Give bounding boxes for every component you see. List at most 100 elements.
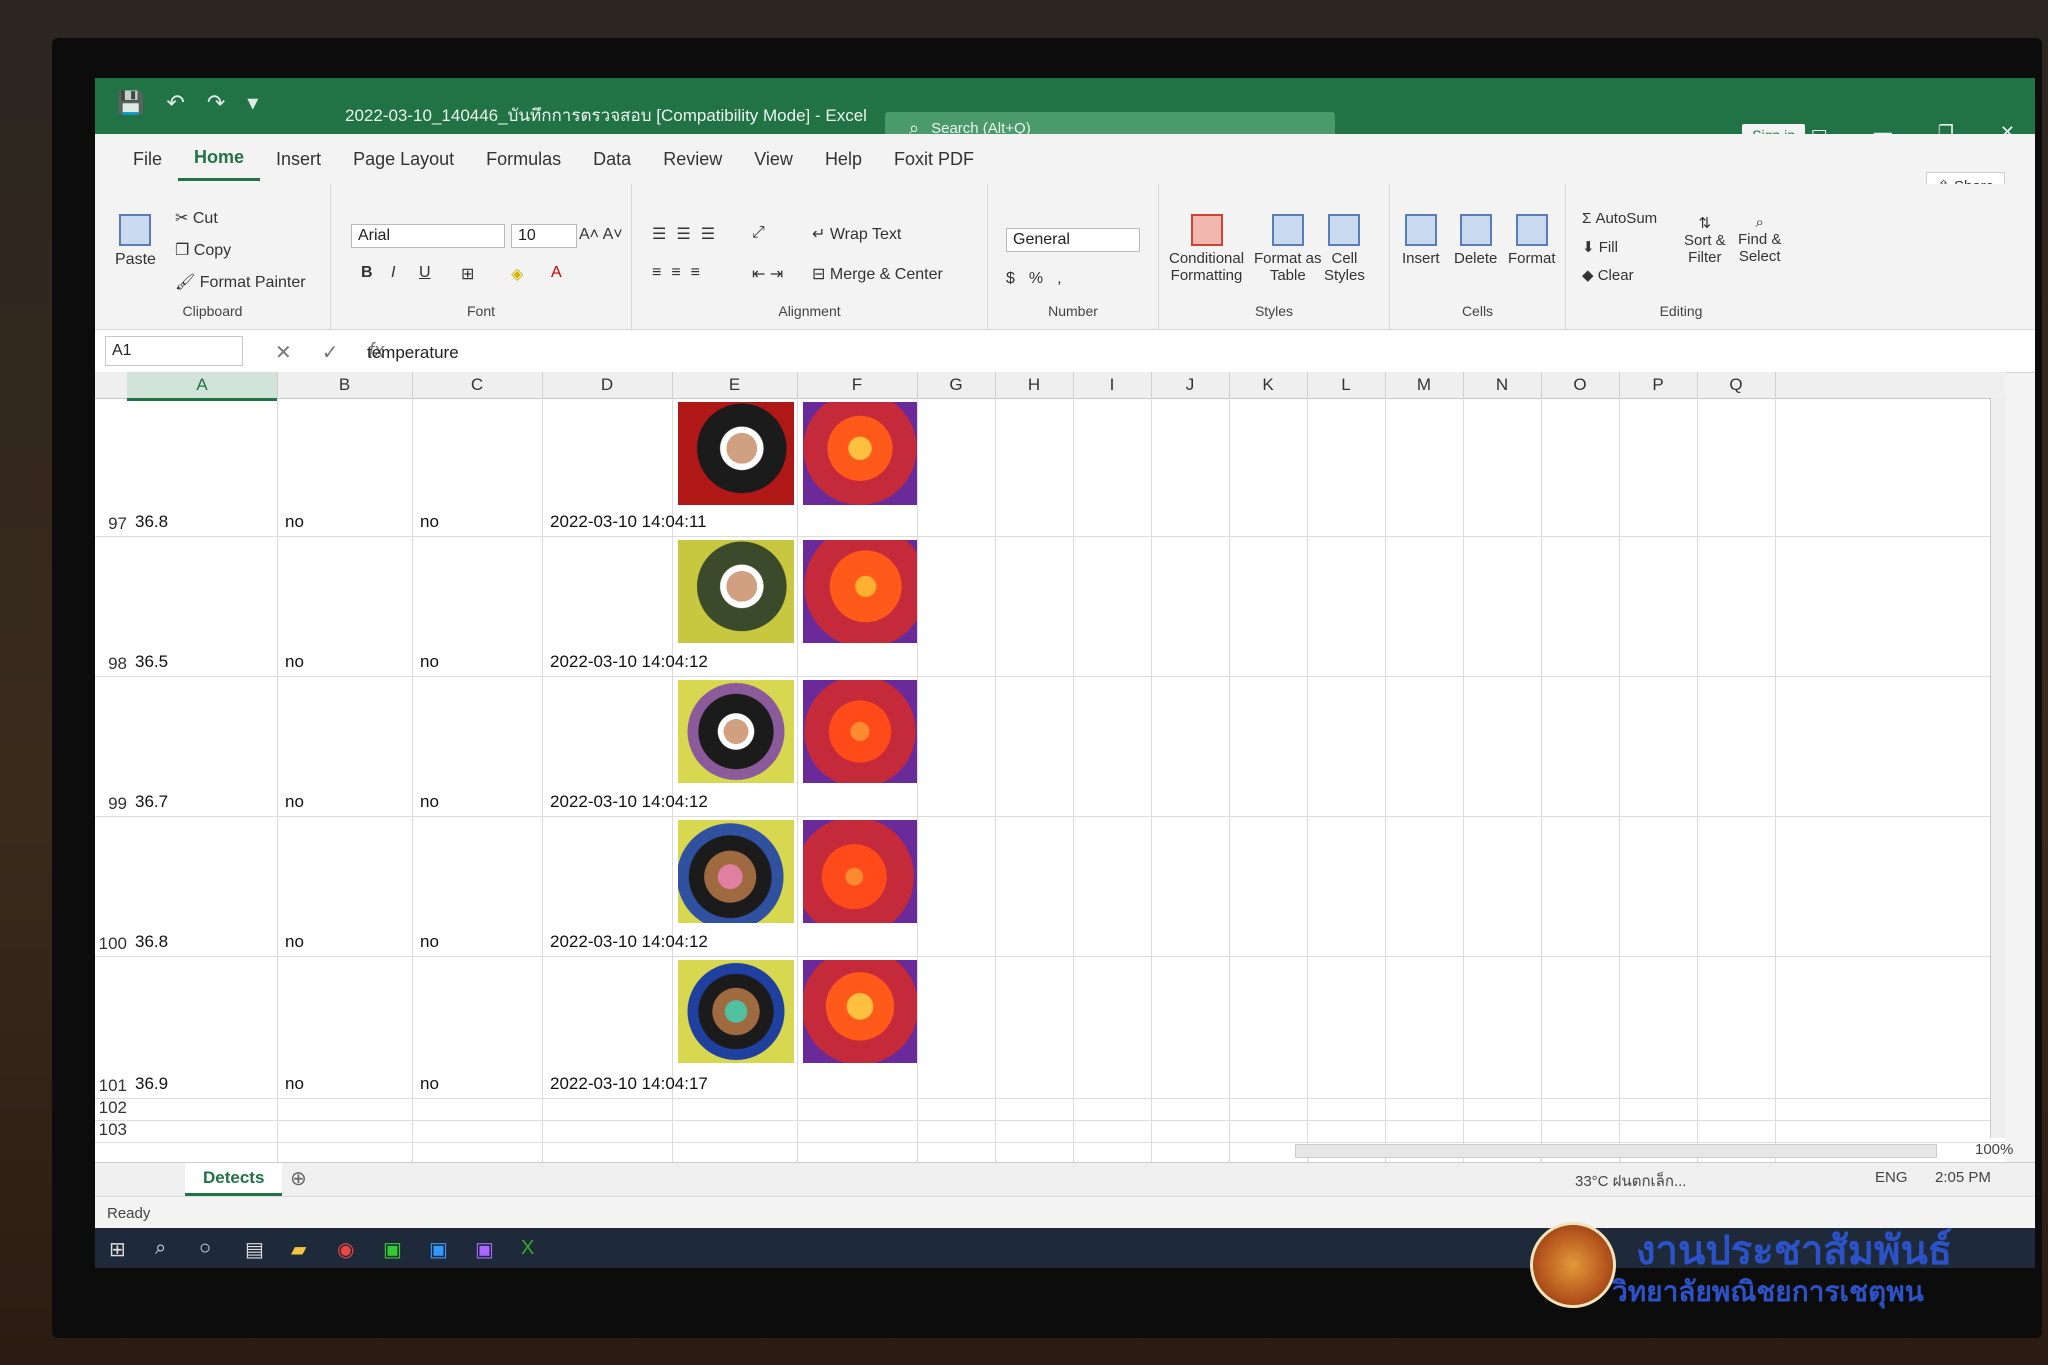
table-row[interactable]: 101 36.9 no no 2022-03-10 14:04:17 [95, 956, 2005, 1099]
column-header-l[interactable]: L [1307, 372, 1386, 398]
thermal-image[interactable] [803, 402, 917, 505]
cell-c[interactable]: no [420, 512, 439, 532]
underline-icon[interactable]: U [419, 264, 431, 282]
face-photo[interactable] [678, 820, 794, 923]
column-header-n[interactable]: N [1463, 372, 1542, 398]
table-row[interactable]: 99 36.7 no no 2022-03-10 14:04:12 [95, 676, 2005, 817]
cell-temperature[interactable]: 36.7 [135, 792, 168, 812]
thermal-image[interactable] [803, 960, 917, 1063]
tab-data[interactable]: Data [577, 139, 647, 179]
spreadsheet-grid[interactable]: A B C D E F G H I J K L M N O P Q 97 36.… [95, 372, 2005, 1162]
column-header-o[interactable]: O [1541, 372, 1620, 398]
row-header[interactable]: 102 [95, 1098, 127, 1118]
row-header[interactable]: 98 [95, 654, 127, 674]
row-header[interactable]: 103 [95, 1120, 127, 1140]
conditional-formatting-button[interactable]: Conditional Formatting [1169, 214, 1244, 284]
thermal-image[interactable] [803, 820, 917, 923]
app-icon[interactable]: ▣ [475, 1237, 494, 1262]
language-indicator[interactable]: ENG [1875, 1169, 1908, 1186]
tab-file[interactable]: File [117, 139, 178, 179]
column-header-c[interactable]: C [412, 372, 543, 398]
italic-icon[interactable]: I [391, 264, 395, 282]
cell-timestamp[interactable]: 2022-03-10 14:04:12 [550, 792, 708, 812]
insert-cells-button[interactable]: Insert [1402, 214, 1440, 267]
cell-c[interactable]: no [420, 1074, 439, 1094]
font-name-select[interactable]: Arial [351, 224, 505, 248]
file-explorer-icon[interactable]: ▰ [291, 1237, 306, 1262]
cell-timestamp[interactable]: 2022-03-10 14:04:12 [550, 652, 708, 672]
row-header[interactable]: 101 [95, 1076, 127, 1096]
windows-start-icon[interactable]: ⊞ [109, 1237, 126, 1262]
borders-icon[interactable]: ⊞ [461, 264, 474, 284]
row-header[interactable]: 97 [95, 514, 127, 534]
cell-b[interactable]: no [285, 512, 304, 532]
tab-help[interactable]: Help [809, 139, 878, 179]
tab-insert[interactable]: Insert [260, 139, 337, 179]
row-header[interactable]: 99 [95, 794, 127, 814]
number-format-icons[interactable]: $%, [1006, 270, 1076, 288]
column-header-p[interactable]: P [1619, 372, 1698, 398]
app-icon[interactable]: ▣ [429, 1237, 448, 1262]
table-row[interactable]: 97 36.8 no no 2022-03-10 14:04:11 [95, 398, 2005, 537]
cell-timestamp[interactable]: 2022-03-10 14:04:17 [550, 1074, 708, 1094]
column-header-m[interactable]: M [1385, 372, 1464, 398]
row-header[interactable]: 100 [95, 934, 127, 954]
cell-b[interactable]: no [285, 1074, 304, 1094]
format-as-table-button[interactable]: Format as Table [1254, 214, 1322, 284]
face-photo[interactable] [678, 680, 794, 783]
horizontal-align-icons[interactable]: ≡≡≡ [652, 264, 710, 282]
format-painter-button[interactable]: 🖌 Format Painter [175, 272, 306, 292]
table-row[interactable]: 103 [95, 1120, 2005, 1143]
cell-temperature[interactable]: 36.5 [135, 652, 168, 672]
orientation-icon[interactable]: ⤢ [752, 224, 765, 242]
tab-page-layout[interactable]: Page Layout [337, 139, 470, 179]
column-header-j[interactable]: J [1151, 372, 1230, 398]
save-icon[interactable]: 💾 [117, 90, 144, 116]
tab-formulas[interactable]: Formulas [470, 139, 577, 179]
column-header-b[interactable]: B [277, 372, 413, 398]
cell-styles-button[interactable]: Cell Styles [1324, 214, 1365, 284]
tab-foxit-pdf[interactable]: Foxit PDF [878, 139, 990, 179]
formula-input[interactable]: temperature [367, 343, 459, 363]
font-size-select[interactable]: 10 [511, 224, 577, 248]
copy-button[interactable]: ❐ Copy [175, 240, 231, 260]
clear-button[interactable]: ◆ Clear [1582, 266, 1634, 284]
cell-c[interactable]: no [420, 792, 439, 812]
fill-button[interactable]: ⬇ Fill [1582, 238, 1618, 256]
face-photo[interactable] [678, 540, 794, 643]
clock[interactable]: 2:05 PM [1935, 1169, 1991, 1186]
font-color-icon[interactable]: A [551, 264, 562, 282]
zoom-level[interactable]: 100% [1975, 1141, 2013, 1158]
wrap-text-button[interactable]: ↵ Wrap Text [812, 224, 901, 244]
cell-temperature[interactable]: 36.9 [135, 1074, 168, 1094]
horizontal-scrollbar[interactable] [1295, 1144, 1937, 1158]
column-header-k[interactable]: K [1229, 372, 1308, 398]
find-select-button[interactable]: ⌕ Find & Select [1738, 214, 1781, 265]
font-grow-icon[interactable]: A˄ A˅ [579, 226, 623, 244]
table-row[interactable]: 102 [95, 1098, 2005, 1121]
sort-filter-button[interactable]: ⇅ Sort & Filter [1684, 214, 1726, 266]
cell-c[interactable]: no [420, 652, 439, 672]
fill-color-icon[interactable]: ◈ [511, 264, 523, 284]
table-row[interactable]: 100 36.8 no no 2022-03-10 14:04:12 [95, 816, 2005, 957]
customize-qat-icon[interactable]: ▾ [247, 90, 258, 116]
cell-temperature[interactable]: 36.8 [135, 512, 168, 532]
indent-icons[interactable]: ⇤ ⇥ [752, 264, 783, 284]
redo-icon[interactable]: ↷ [207, 90, 225, 116]
weather-status[interactable]: 33°C ฝนตกเล็ก... [1575, 1169, 1686, 1193]
column-header-h[interactable]: H [995, 372, 1074, 398]
excel-icon[interactable]: X [521, 1237, 534, 1260]
number-format-select[interactable]: General [1006, 228, 1140, 252]
bold-icon[interactable]: B [361, 264, 373, 282]
sheet-tab-detects[interactable]: Detects [185, 1163, 283, 1196]
thermal-image[interactable] [803, 540, 917, 643]
column-header-i[interactable]: I [1073, 372, 1152, 398]
cell-b[interactable]: no [285, 652, 304, 672]
undo-icon[interactable]: ↶ [166, 90, 184, 116]
tab-view[interactable]: View [738, 139, 809, 179]
face-photo[interactable] [678, 402, 794, 505]
column-header-f[interactable]: F [797, 372, 918, 398]
column-header-q[interactable]: Q [1697, 372, 1776, 398]
name-box[interactable]: A1 [105, 336, 243, 366]
vertical-align-icons[interactable]: ☰☰☰ [652, 224, 725, 244]
